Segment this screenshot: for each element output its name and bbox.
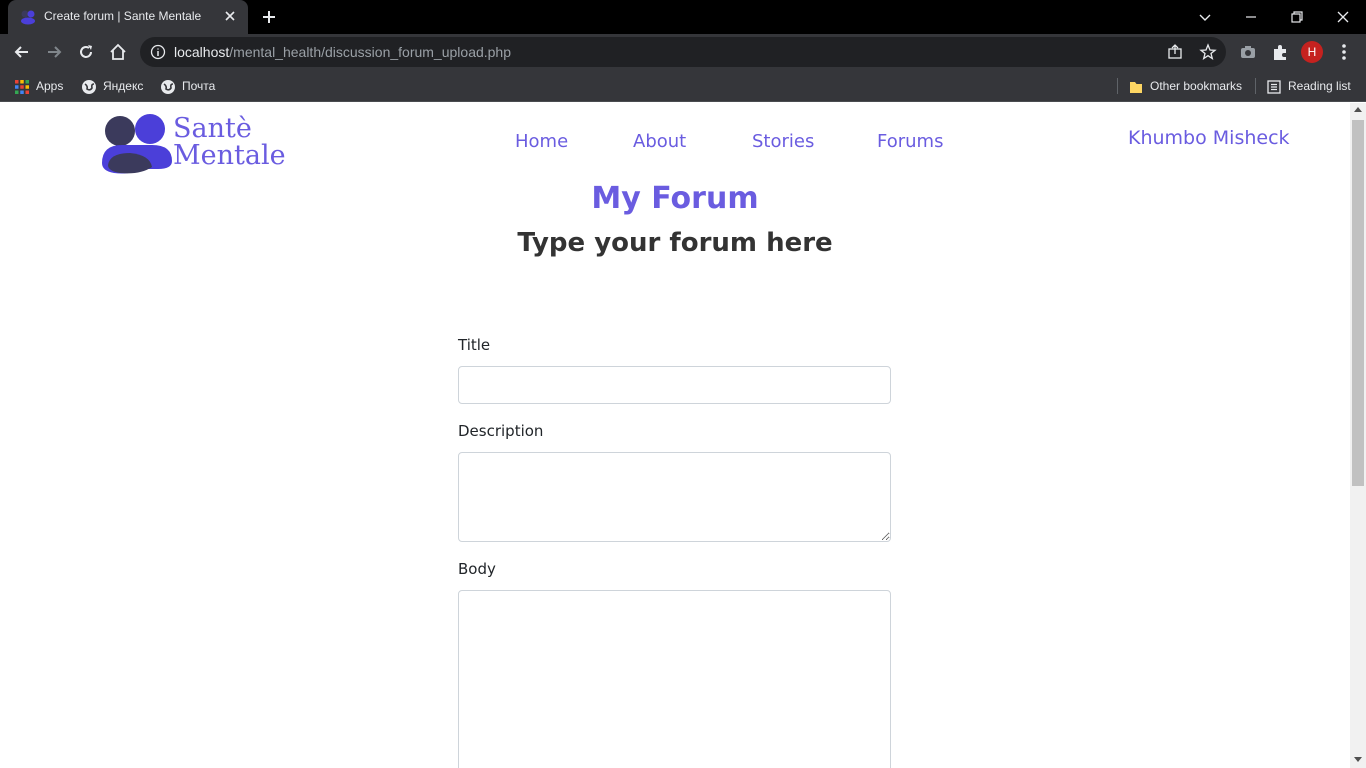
new-tab-icon[interactable] (260, 8, 278, 26)
scroll-thumb[interactable] (1352, 120, 1364, 486)
nav-home-link[interactable]: Home (515, 131, 568, 152)
bookmarks-divider (1255, 78, 1256, 94)
extensions-icon[interactable] (1270, 42, 1290, 62)
menu-kebab-icon[interactable] (1334, 42, 1354, 62)
bookmark-apps[interactable]: Apps (14, 77, 63, 95)
tab-title: Create forum | Sante Mentale (44, 9, 202, 23)
body-label: Body (458, 560, 496, 578)
tab-search-icon[interactable] (1194, 6, 1216, 28)
back-icon[interactable] (12, 42, 32, 62)
bookmark-other-label: Other bookmarks (1150, 79, 1243, 93)
close-tab-icon[interactable] (222, 8, 238, 24)
page-viewport: Santè Mentale Home About Stories Forums … (0, 103, 1350, 768)
share-icon[interactable] (1166, 43, 1184, 61)
camera-icon[interactable] (1238, 42, 1258, 62)
logo-people-icon (102, 114, 172, 174)
description-textarea[interactable] (458, 452, 891, 542)
nav-stories-link[interactable]: Stories (752, 131, 814, 152)
reload-icon[interactable] (76, 42, 96, 62)
browser-tab[interactable]: Create forum | Sante Mentale (8, 0, 248, 34)
bookmark-reading-label: Reading list (1288, 79, 1351, 93)
body-textarea[interactable] (458, 590, 891, 768)
bookmarks-divider (1117, 78, 1118, 94)
logo-text-line1: Santè (173, 113, 252, 144)
nav-about-link[interactable]: About (633, 131, 686, 152)
bookmark-apps-label: Apps (36, 79, 64, 93)
logo-text-line2: Mentale (173, 140, 286, 171)
nav-forums-link[interactable]: Forums (877, 131, 943, 152)
bookmark-other[interactable]: Other bookmarks (1128, 77, 1242, 95)
title-input[interactable] (458, 366, 891, 404)
bookmark-yandex-label: Яндекс (103, 79, 144, 93)
bookmark-reading-list[interactable]: Reading list (1266, 77, 1351, 95)
address-bar[interactable]: localhost/mental_health/discussion_forum… (140, 37, 1226, 67)
minimize-icon[interactable] (1240, 6, 1262, 28)
url-path: /mental_health/discussion_forum_upload.p… (229, 44, 512, 60)
bookmark-yandex[interactable]: Яндекс (81, 77, 143, 95)
bookmark-pochta-label: Почта (182, 79, 216, 93)
page-title: My Forum (591, 181, 759, 216)
restore-icon[interactable] (1286, 6, 1308, 28)
page-scrollbar[interactable] (1350, 103, 1366, 768)
scroll-up-arrow-icon[interactable] (1354, 107, 1362, 112)
reading-list-icon (1267, 80, 1281, 94)
title-label: Title (458, 336, 491, 354)
profile-avatar[interactable]: H (1301, 41, 1323, 63)
url-text[interactable]: localhost/mental_health/discussion_forum… (174, 44, 511, 60)
close-window-icon[interactable] (1332, 6, 1354, 28)
bookmark-pochta[interactable]: Почта (160, 77, 215, 95)
browser-toolbar: localhost/mental_health/discussion_forum… (0, 34, 1366, 70)
folder-icon (1130, 81, 1142, 93)
home-icon[interactable] (108, 42, 128, 62)
bookmark-star-icon[interactable] (1199, 43, 1217, 61)
globe-icon (82, 79, 96, 94)
scroll-down-arrow-icon[interactable] (1354, 757, 1362, 762)
apps-grid-icon (15, 79, 29, 94)
forward-icon[interactable] (44, 42, 64, 62)
browser-tab-strip: Create forum | Sante Mentale (0, 0, 1366, 34)
user-profile-link[interactable]: Khumbo Misheck (1128, 127, 1290, 149)
url-host: localhost (174, 44, 230, 60)
bookmarks-bar: Apps Яндекс Почта Other bookmarks Readin… (0, 70, 1366, 102)
site-favicon-icon (21, 10, 35, 25)
description-label: Description (458, 422, 544, 440)
page-subtitle: Type your forum here (517, 228, 833, 258)
site-info-icon[interactable] (150, 44, 166, 60)
site-logo[interactable]: Santè Mentale (100, 109, 300, 175)
globe-icon (161, 79, 175, 94)
